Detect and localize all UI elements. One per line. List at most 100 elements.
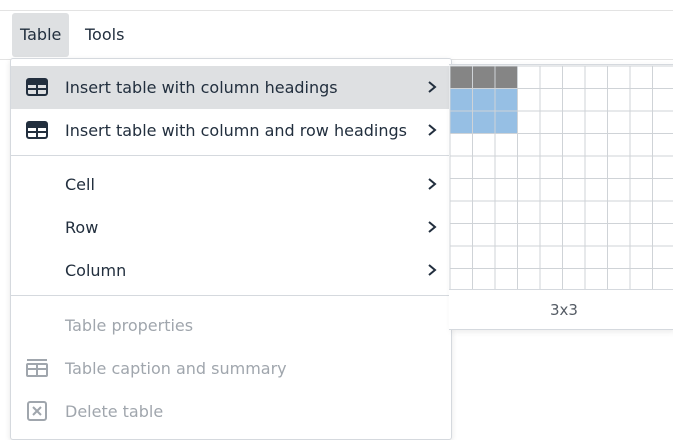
grid-cell[interactable] bbox=[585, 179, 608, 202]
grid-cell[interactable] bbox=[630, 224, 653, 247]
grid-cell[interactable] bbox=[608, 156, 631, 179]
grid-cell[interactable] bbox=[653, 89, 673, 112]
grid-cell[interactable] bbox=[518, 224, 541, 247]
grid-cell[interactable] bbox=[540, 66, 563, 89]
grid-cell[interactable] bbox=[450, 111, 473, 134]
menu-item-insert-table-column-row-headings[interactable]: Insert table with column and row heading… bbox=[11, 109, 451, 152]
grid-cell[interactable] bbox=[585, 224, 608, 247]
grid-cell[interactable] bbox=[585, 201, 608, 224]
grid-cell[interactable] bbox=[585, 66, 608, 89]
grid-cell[interactable] bbox=[540, 269, 563, 290]
grid-cell[interactable] bbox=[563, 269, 586, 290]
grid-cell[interactable] bbox=[495, 224, 518, 247]
grid-cell[interactable] bbox=[563, 246, 586, 269]
grid-cell[interactable] bbox=[518, 201, 541, 224]
grid-cell[interactable] bbox=[540, 201, 563, 224]
grid-cell[interactable] bbox=[653, 246, 673, 269]
grid-cell[interactable] bbox=[450, 134, 473, 157]
grid-cell[interactable] bbox=[608, 224, 631, 247]
grid-cell[interactable] bbox=[630, 179, 653, 202]
grid-cell[interactable] bbox=[518, 66, 541, 89]
grid-cell[interactable] bbox=[630, 156, 653, 179]
grid-cell[interactable] bbox=[608, 179, 631, 202]
grid-cell[interactable] bbox=[608, 246, 631, 269]
grid-cell[interactable] bbox=[653, 179, 673, 202]
grid-cell[interactable] bbox=[653, 201, 673, 224]
grid-cell[interactable] bbox=[495, 156, 518, 179]
menu-item-row[interactable]: Row bbox=[11, 206, 451, 249]
grid-cell[interactable] bbox=[608, 269, 631, 290]
grid-cell[interactable] bbox=[540, 89, 563, 112]
grid-cell[interactable] bbox=[540, 246, 563, 269]
grid-cell[interactable] bbox=[495, 179, 518, 202]
grid-cell[interactable] bbox=[608, 134, 631, 157]
grid-cell[interactable] bbox=[518, 269, 541, 290]
grid-cell[interactable] bbox=[450, 224, 473, 247]
grid-cell[interactable] bbox=[495, 66, 518, 89]
grid-cell[interactable] bbox=[450, 201, 473, 224]
grid-cell[interactable] bbox=[473, 224, 496, 247]
grid-cell[interactable] bbox=[473, 89, 496, 112]
grid-cell[interactable] bbox=[473, 201, 496, 224]
grid-cell[interactable] bbox=[540, 134, 563, 157]
grid-cell[interactable] bbox=[563, 179, 586, 202]
grid-cell[interactable] bbox=[563, 156, 586, 179]
grid-cell[interactable] bbox=[473, 269, 496, 290]
grid-cell[interactable] bbox=[653, 134, 673, 157]
grid-cell[interactable] bbox=[518, 111, 541, 134]
grid-cell[interactable] bbox=[540, 111, 563, 134]
grid-cell[interactable] bbox=[518, 179, 541, 202]
grid-cell[interactable] bbox=[473, 111, 496, 134]
grid-cell[interactable] bbox=[450, 66, 473, 89]
grid-cell[interactable] bbox=[495, 246, 518, 269]
grid-cell[interactable] bbox=[630, 269, 653, 290]
grid-cell[interactable] bbox=[518, 156, 541, 179]
grid-cell[interactable] bbox=[563, 201, 586, 224]
grid-cell[interactable] bbox=[585, 156, 608, 179]
grid-cell[interactable] bbox=[495, 111, 518, 134]
grid-cell[interactable] bbox=[630, 246, 653, 269]
grid-cell[interactable] bbox=[585, 246, 608, 269]
grid-cell[interactable] bbox=[563, 111, 586, 134]
grid-cell[interactable] bbox=[450, 246, 473, 269]
menubar-table[interactable]: Table bbox=[12, 13, 69, 57]
grid-cell[interactable] bbox=[608, 111, 631, 134]
grid-cell[interactable] bbox=[630, 66, 653, 89]
menu-item-table-properties[interactable]: Table properties bbox=[11, 304, 451, 347]
grid-cell[interactable] bbox=[495, 269, 518, 290]
grid-cell[interactable] bbox=[495, 134, 518, 157]
grid-cell[interactable] bbox=[608, 66, 631, 89]
menubar-tools[interactable]: Tools bbox=[77, 13, 132, 57]
menu-item-delete-table[interactable]: Delete table bbox=[11, 390, 451, 433]
grid-cell[interactable] bbox=[563, 89, 586, 112]
menu-item-cell[interactable]: Cell bbox=[11, 163, 451, 206]
grid-cell[interactable] bbox=[518, 89, 541, 112]
menu-item-insert-table-column-headings[interactable]: Insert table with column headings bbox=[11, 66, 451, 109]
grid-cell[interactable] bbox=[608, 201, 631, 224]
grid-cell[interactable] bbox=[653, 156, 673, 179]
grid-cell[interactable] bbox=[585, 89, 608, 112]
table-grid-cells[interactable] bbox=[449, 65, 673, 289]
grid-cell[interactable] bbox=[608, 89, 631, 112]
grid-cell[interactable] bbox=[630, 201, 653, 224]
grid-cell[interactable] bbox=[630, 89, 653, 112]
grid-cell[interactable] bbox=[563, 134, 586, 157]
grid-cell[interactable] bbox=[540, 179, 563, 202]
grid-cell[interactable] bbox=[518, 134, 541, 157]
grid-cell[interactable] bbox=[585, 134, 608, 157]
grid-cell[interactable] bbox=[450, 269, 473, 290]
grid-cell[interactable] bbox=[585, 269, 608, 290]
grid-cell[interactable] bbox=[653, 224, 673, 247]
grid-cell[interactable] bbox=[518, 246, 541, 269]
menu-item-table-caption-summary[interactable]: Table caption and summary bbox=[11, 347, 451, 390]
grid-cell[interactable] bbox=[585, 111, 608, 134]
grid-cell[interactable] bbox=[653, 111, 673, 134]
grid-cell[interactable] bbox=[450, 156, 473, 179]
grid-cell[interactable] bbox=[540, 156, 563, 179]
grid-cell[interactable] bbox=[473, 179, 496, 202]
grid-cell[interactable] bbox=[473, 66, 496, 89]
menu-item-column[interactable]: Column bbox=[11, 249, 451, 292]
grid-cell[interactable] bbox=[540, 224, 563, 247]
grid-cell[interactable] bbox=[473, 134, 496, 157]
grid-cell[interactable] bbox=[563, 66, 586, 89]
